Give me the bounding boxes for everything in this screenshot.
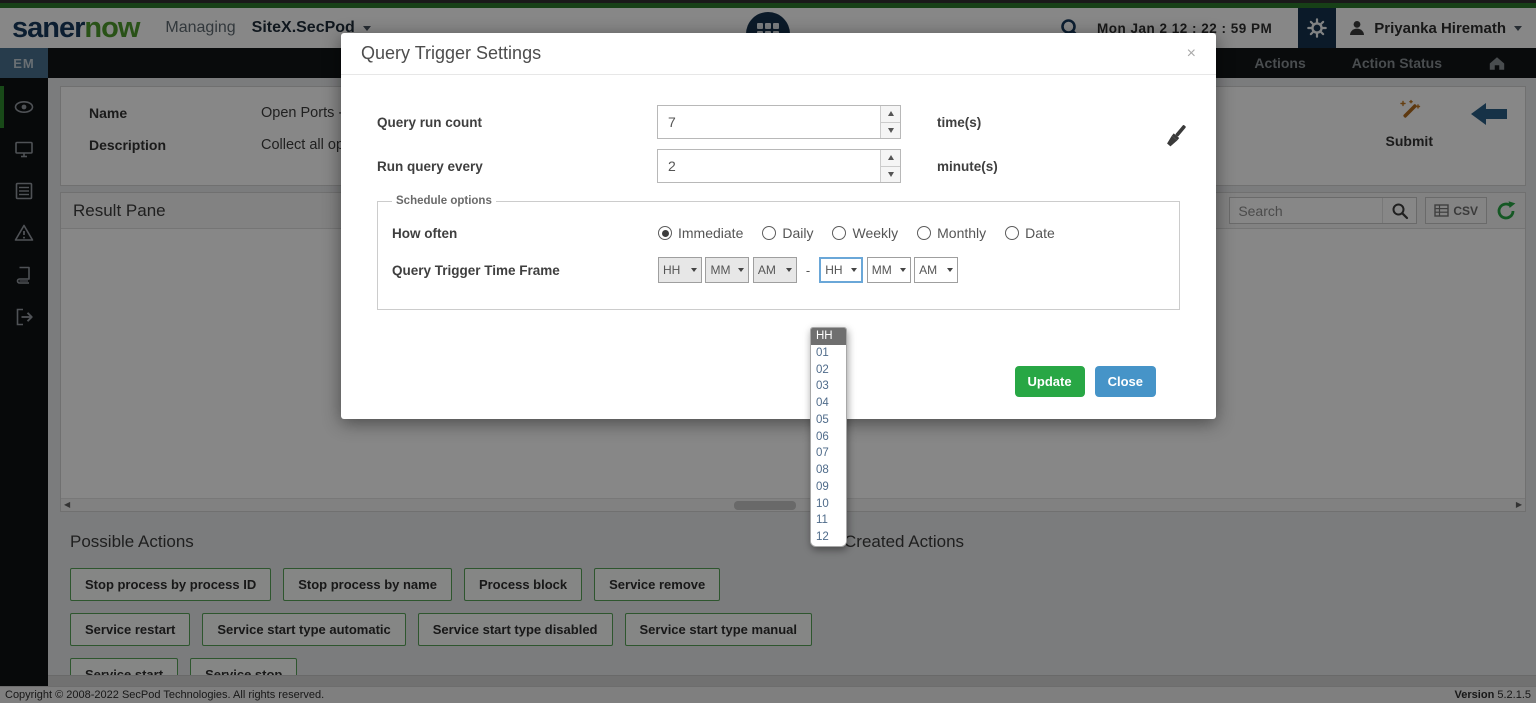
start-hour-select[interactable]: HH	[658, 257, 702, 283]
times-unit-label: time(s)	[937, 114, 982, 130]
hour-option-09[interactable]: 09	[811, 478, 846, 496]
run-query-every-label: Run query every	[377, 158, 483, 174]
hour-option-02[interactable]: 02	[811, 361, 846, 379]
modal-body: Query run count time(s) Run query every …	[341, 75, 1216, 547]
time-range-dash: -	[805, 262, 811, 278]
query-trigger-settings-modal: Query Trigger Settings × Query run count…	[341, 33, 1216, 547]
hour-option-hh[interactable]: HH	[811, 328, 846, 345]
chevron-down-icon	[738, 268, 745, 272]
query-run-count-field	[657, 105, 901, 139]
hour-option-11[interactable]: 11	[811, 512, 846, 529]
radio-icon	[762, 226, 777, 240]
hour-option-12[interactable]: 12	[811, 529, 846, 546]
query-run-count-label: Query run count	[377, 114, 483, 130]
radio-immediate[interactable]: Immediate	[658, 225, 743, 241]
close-icon[interactable]: ×	[1187, 45, 1196, 62]
hour-option-07[interactable]: 07	[811, 445, 846, 462]
radio-icon	[1005, 226, 1020, 240]
radio-daily[interactable]: Daily	[762, 225, 813, 241]
run-query-every-field	[657, 149, 901, 183]
spinner-up-button[interactable]	[881, 150, 900, 167]
brush-icon	[1167, 125, 1186, 147]
radio-icon	[917, 226, 932, 240]
how-often-label: How often	[392, 225, 458, 241]
arrow-up-icon	[887, 111, 894, 117]
radio-icon	[832, 226, 847, 240]
start-ampm-select[interactable]: AM	[752, 257, 797, 283]
arrow-up-icon	[887, 155, 894, 161]
arrow-down-icon	[887, 171, 894, 177]
chevron-down-icon	[785, 268, 792, 272]
minutes-unit-label: minute(s)	[937, 158, 998, 174]
run-count-spinner	[880, 106, 900, 138]
run-every-spinner	[880, 150, 900, 182]
modal-actions: Update Close	[377, 310, 1180, 419]
radio-icon	[658, 226, 672, 240]
radio-monthly[interactable]: Monthly	[917, 225, 986, 241]
radio-label: Immediate	[678, 225, 744, 241]
how-often-radios: Immediate Daily Weekly Monthly Date	[658, 225, 1055, 241]
spinner-down-button[interactable]	[881, 166, 900, 182]
end-ampm-select[interactable]: AM	[914, 257, 959, 283]
schedule-options-fieldset: Schedule options How often Immediate Dai…	[377, 195, 1180, 310]
update-button[interactable]: Update	[1014, 366, 1085, 397]
start-minute-select[interactable]: MM	[705, 257, 750, 283]
chevron-down-icon	[947, 268, 954, 272]
hour-option-08[interactable]: 08	[811, 462, 846, 479]
query-run-count-input[interactable]	[658, 106, 880, 138]
radio-label: Weekly	[852, 225, 899, 241]
chevron-down-icon	[899, 268, 906, 272]
hour-option-05[interactable]: 05	[811, 411, 846, 429]
hour-dropdown: HH 01 02 03 04 05 06 07 08 09 10 11 12	[810, 327, 847, 547]
hour-option-04[interactable]: 04	[811, 395, 846, 412]
spinner-up-button[interactable]	[881, 106, 900, 123]
chevron-down-icon	[691, 268, 697, 272]
end-hour-select[interactable]: HH	[819, 257, 864, 283]
modal-title: Query Trigger Settings	[361, 43, 542, 63]
radio-date[interactable]: Date	[1005, 225, 1055, 241]
modal-header: Query Trigger Settings ×	[341, 33, 1216, 75]
arrow-down-icon	[887, 127, 894, 133]
spinner-down-button[interactable]	[881, 122, 900, 138]
hour-option-01[interactable]: 01	[811, 344, 846, 362]
run-query-every-input[interactable]	[658, 150, 880, 182]
radio-label: Date	[1025, 225, 1055, 241]
close-button[interactable]: Close	[1094, 366, 1156, 397]
end-minute-select[interactable]: MM	[866, 257, 911, 283]
hour-option-03[interactable]: 03	[811, 378, 846, 395]
radio-label: Monthly	[937, 225, 987, 241]
chevron-down-icon	[851, 268, 858, 272]
hour-option-10[interactable]: 10	[811, 495, 846, 513]
end-time-group: HH MM AM	[819, 257, 959, 283]
schedule-options-legend: Schedule options	[396, 195, 492, 207]
hour-option-06[interactable]: 06	[811, 428, 846, 446]
time-frame-label: Query Trigger Time Frame	[392, 262, 560, 278]
time-frame-controls: HH MM AM - HH MM AM	[658, 257, 959, 283]
clear-brush-button[interactable]	[1162, 121, 1190, 151]
radio-label: Daily	[782, 225, 814, 241]
start-time-group: HH MM AM	[658, 257, 797, 283]
radio-weekly[interactable]: Weekly	[832, 225, 898, 241]
